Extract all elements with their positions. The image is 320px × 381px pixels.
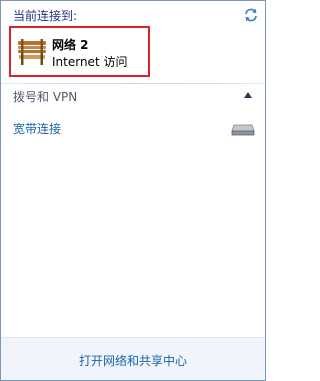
dialup-vpn-title: 拨号和 VPN [13, 90, 78, 104]
broadband-connection-label: 宽带连接 [13, 122, 62, 136]
network-flyout-panel: 当前连接到: 网络 2 Internet 访问 拨号和 VPN 宽带连接 打开网… [0, 0, 266, 381]
modem-device-icon [231, 124, 255, 136]
currently-connected-heading: 当前连接到: [13, 9, 78, 23]
footer-bar: 打开网络和共享中心 [1, 337, 265, 380]
dialup-vpn-section-header[interactable]: 拨号和 VPN [1, 84, 265, 106]
connection-access-status: Internet 访问 [52, 55, 128, 69]
refresh-arrows-icon[interactable] [243, 7, 259, 23]
park-bench-network-icon [18, 39, 46, 65]
connection-name: 网络 2 [52, 38, 89, 52]
collapse-up-icon[interactable] [244, 92, 252, 98]
broadband-connection-item[interactable]: 宽带连接 [1, 115, 265, 139]
network-sharing-center-link[interactable]: 打开网络和共享中心 [1, 352, 265, 369]
